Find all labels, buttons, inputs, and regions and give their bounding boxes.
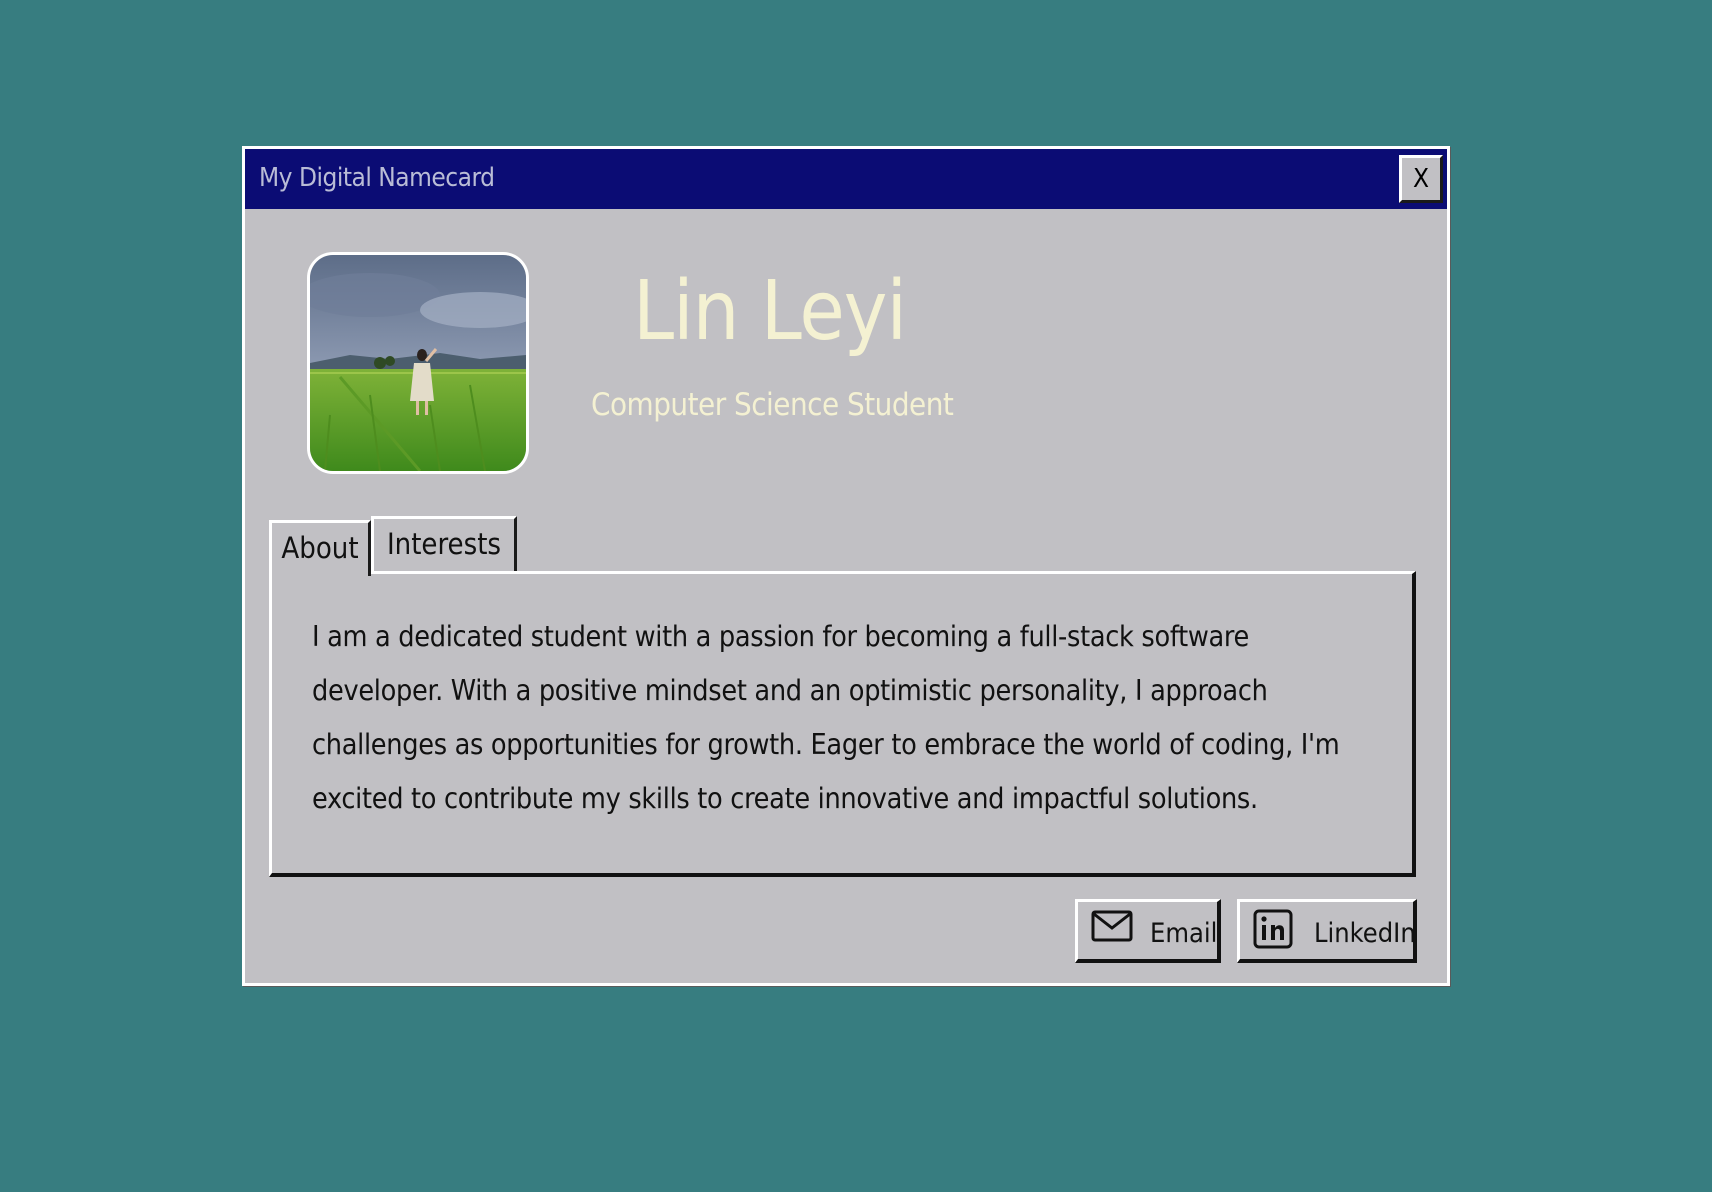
profile-name: Lin Leyi [633, 264, 907, 359]
tab-interests[interactable]: Interests [371, 516, 517, 574]
email-button[interactable]: Email [1075, 899, 1221, 963]
email-label: Email [1150, 918, 1218, 949]
profile-photo-image [310, 255, 526, 471]
linkedin-button[interactable]: LinkedIn [1237, 899, 1417, 963]
linkedin-icon [1252, 908, 1296, 959]
linkedin-label: LinkedIn [1314, 918, 1416, 949]
profile-photo [307, 252, 529, 474]
envelope-icon [1090, 908, 1134, 951]
tab-about[interactable]: About [269, 520, 371, 576]
namecard-window: My Digital Namecard X Lin Leyi Computer … [242, 146, 1450, 986]
window-title: My Digital Namecard [259, 163, 495, 193]
about-text: I am a dedicated student with a passion … [312, 620, 1340, 815]
close-button[interactable]: X [1399, 155, 1443, 203]
about-panel: I am a dedicated student with a passion … [269, 571, 1416, 877]
profile-subtitle: Computer Science Student [591, 387, 954, 423]
title-bar[interactable]: My Digital Namecard X [245, 149, 1447, 209]
